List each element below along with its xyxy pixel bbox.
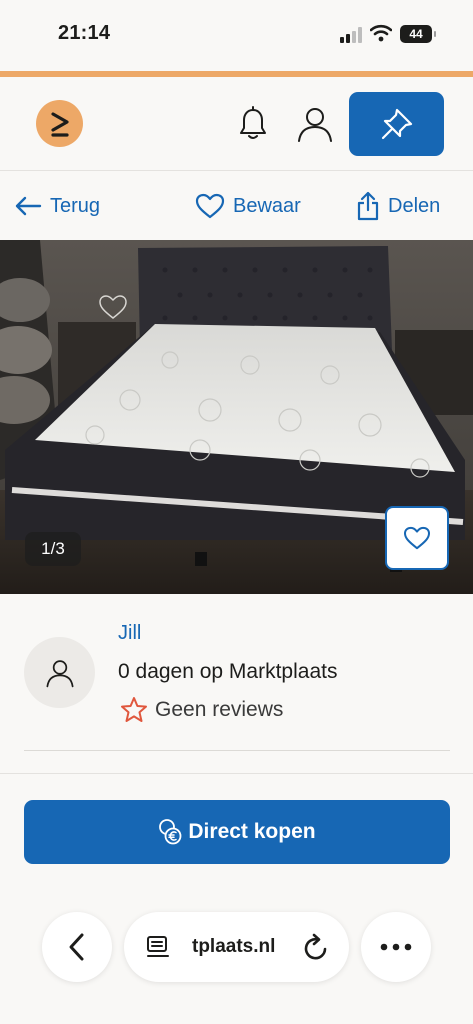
star-icon bbox=[121, 697, 147, 722]
bell-icon bbox=[240, 106, 266, 139]
app-header bbox=[0, 77, 473, 171]
divider bbox=[0, 773, 473, 774]
seller-info: Jill 0 dagen op Marktplaats Geen reviews bbox=[0, 594, 473, 774]
back-button[interactable]: Terug bbox=[14, 190, 100, 222]
seller-name-link[interactable]: Jill bbox=[118, 622, 141, 645]
share-icon bbox=[357, 191, 379, 221]
user-icon bbox=[298, 108, 332, 142]
reader-icon[interactable] bbox=[146, 935, 172, 959]
save-label: Bewaar bbox=[233, 194, 301, 217]
browser-back-button[interactable] bbox=[42, 912, 112, 982]
browser-more-button[interactable] bbox=[361, 912, 431, 982]
direct-buy-button[interactable]: Direct kopen bbox=[24, 800, 450, 864]
euro-coins-icon bbox=[159, 819, 182, 845]
save-button[interactable]: Bewaar bbox=[195, 190, 301, 222]
marktplaats-logo-icon[interactable] bbox=[36, 100, 83, 147]
listing-action-bar: Terug Bewaar Delen bbox=[0, 172, 473, 240]
status-bar: 21:14 44 bbox=[0, 0, 473, 70]
image-counter: 1/3 bbox=[25, 532, 81, 566]
account-button[interactable] bbox=[294, 104, 336, 144]
chevron-left-icon bbox=[69, 933, 84, 961]
ellipsis-icon bbox=[380, 943, 412, 951]
address-bar[interactable]: tplaats.nl bbox=[124, 912, 349, 982]
reviews-label: Geen reviews bbox=[155, 697, 284, 721]
heart-icon bbox=[403, 526, 431, 550]
arrow-left-icon bbox=[15, 196, 42, 216]
place-ad-button[interactable] bbox=[349, 92, 444, 156]
seller-reviews: Geen reviews bbox=[120, 696, 283, 723]
direct-buy-label: Direct kopen bbox=[188, 820, 316, 843]
wifi-icon bbox=[370, 24, 392, 42]
pin-icon bbox=[381, 108, 412, 140]
signal-icon bbox=[340, 27, 362, 43]
divider bbox=[24, 750, 450, 751]
user-icon bbox=[45, 659, 73, 687]
url-text: tplaats.nl bbox=[192, 936, 276, 957]
avatar[interactable] bbox=[24, 637, 95, 708]
seller-membership-duration: 0 dagen op Marktplaats bbox=[118, 660, 338, 683]
status-time: 21:14 bbox=[58, 22, 111, 44]
share-button[interactable]: Delen bbox=[356, 190, 440, 222]
notifications-button[interactable] bbox=[234, 104, 272, 144]
back-label: Terug bbox=[50, 194, 101, 217]
heart-icon bbox=[195, 193, 225, 219]
share-label: Delen bbox=[388, 194, 441, 217]
listing-photo[interactable]: 1/3 bbox=[0, 240, 473, 594]
battery-indicator: 44 bbox=[400, 25, 436, 43]
reload-icon[interactable] bbox=[302, 932, 330, 962]
browser-toolbar: tplaats.nl bbox=[0, 900, 473, 1024]
favorite-button[interactable] bbox=[385, 506, 449, 570]
